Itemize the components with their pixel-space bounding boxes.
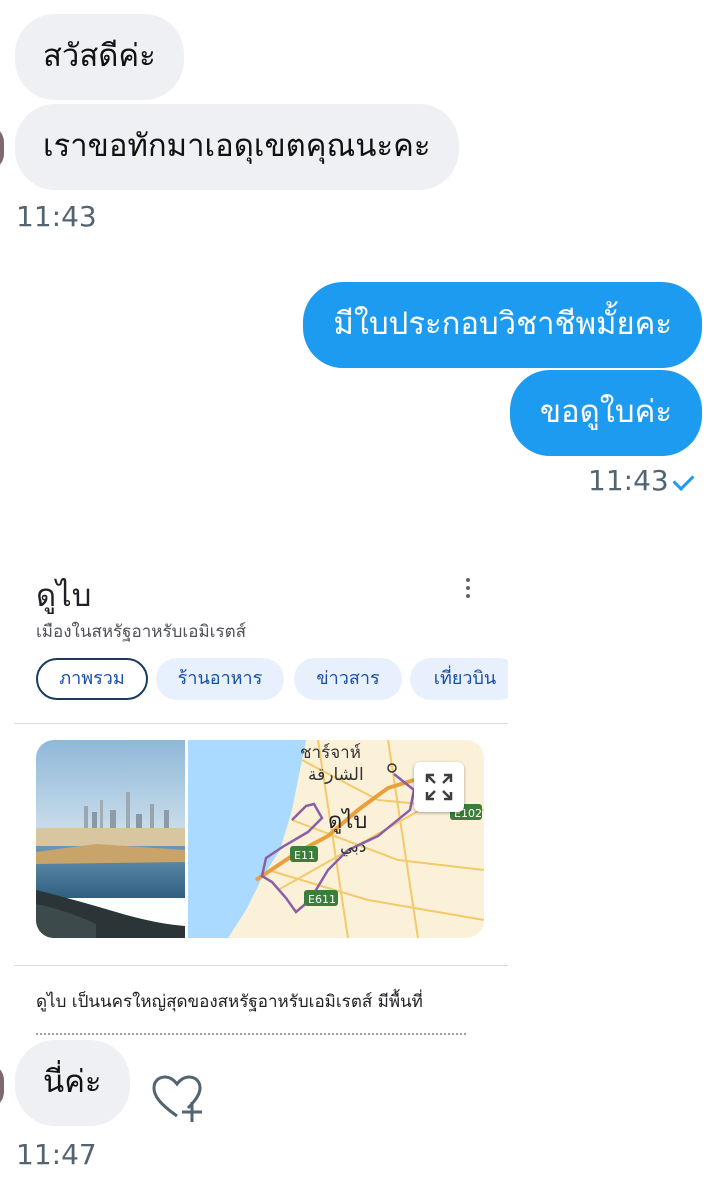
read-check-icon <box>672 469 695 491</box>
shared-image-card[interactable]: ดูไบ เมืองในสหรัฐอาหรับเอมิเรตส์ ภาพรวม … <box>14 540 508 1040</box>
place-description: ดูไบ เป็นนครใหญ่สุดของสหรัฐอาหรับเอมิเรต… <box>36 992 423 1012</box>
map-label-dubai-ar: دبي <box>340 837 366 857</box>
incoming-message[interactable]: นี่ค่ะ <box>15 1040 130 1126</box>
add-reaction-heart-icon[interactable] <box>150 1072 206 1128</box>
road-badge-e11: E11 <box>294 849 315 862</box>
map-label-sharjah: ชาร์จาห์ <box>300 743 361 763</box>
media-strip: ชาร์จาห์ الشارقة ดูไบ دبي E11 E611 E102 <box>36 740 484 938</box>
divider <box>14 723 508 724</box>
chip-row: ภาพรวม ร้านอาหาร ข่าวสาร เที่ยวบิน <box>36 658 508 704</box>
chip-news[interactable]: ข่าวสาร <box>294 658 402 700</box>
outgoing-message[interactable]: มีใบประกอบวิชาชีพมั้ยคะ <box>303 282 702 368</box>
message-timestamp: 11:43 <box>588 464 669 497</box>
place-subtitle: เมืองในสหรัฐอาหรับเอมิเรตส์ <box>36 622 247 642</box>
incoming-message[interactable]: เราขอทักมาเอดุเขตคุณนะคะ <box>15 104 459 190</box>
divider <box>14 965 508 966</box>
outgoing-message[interactable]: ขอดูใบค่ะ <box>509 370 702 456</box>
incoming-message[interactable]: สวัสดีค่ะ <box>15 14 184 100</box>
map-label-dubai: ดูไบ <box>328 808 367 834</box>
avatar[interactable] <box>0 1064 4 1108</box>
place-description-cutoff <box>36 1030 466 1040</box>
avatar[interactable] <box>0 126 4 170</box>
dubai-photo[interactable] <box>36 740 185 938</box>
message-timestamp: 11:47 <box>16 1138 97 1171</box>
place-title: ดูไบ <box>36 578 92 614</box>
map-label-sharjah-ar: الشارقة <box>308 765 364 785</box>
message-timestamp: 11:43 <box>16 200 97 233</box>
more-options-icon[interactable] <box>466 578 470 598</box>
expand-map-icon[interactable] <box>414 762 464 812</box>
chip-overview[interactable]: ภาพรวม <box>36 658 148 700</box>
chip-flights[interactable]: เที่ยวบิน <box>410 658 508 700</box>
road-badge-e611: E611 <box>308 893 336 906</box>
chip-restaurants[interactable]: ร้านอาหาร <box>156 658 284 700</box>
